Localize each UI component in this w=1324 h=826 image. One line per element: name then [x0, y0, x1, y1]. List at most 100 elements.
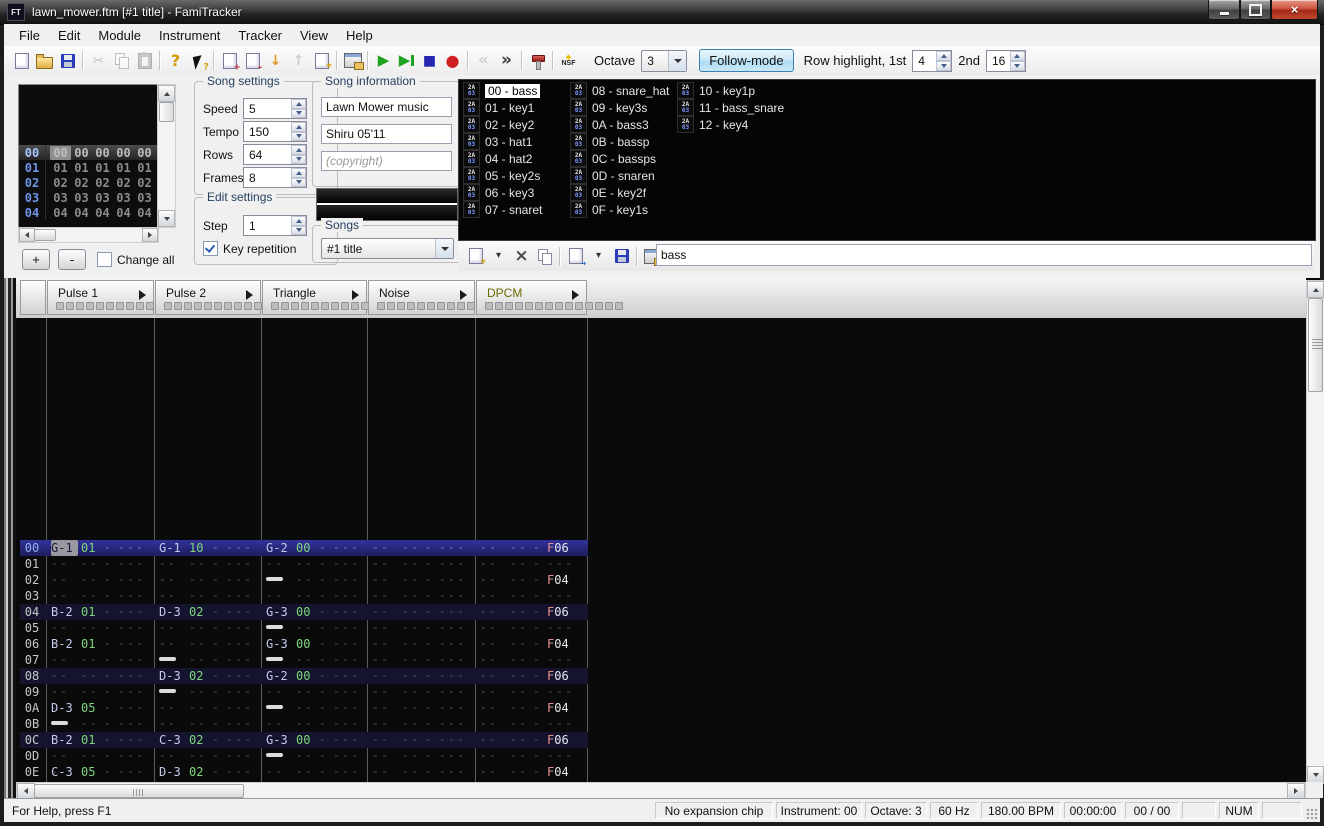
volume-column[interactable]: -: [425, 684, 436, 700]
add-instrument-icon[interactable]: *: [464, 245, 487, 268]
pattern-row-0C[interactable]: 0CB-201----C-302----G-300---------------…: [20, 732, 588, 748]
instrument-column[interactable]: --: [510, 604, 529, 620]
context-help-icon[interactable]: ?: [187, 49, 210, 72]
pattern-cell[interactable]: ---------: [155, 636, 262, 652]
move-frame-down-icon[interactable]: ↓: [264, 49, 287, 72]
pattern-row-00[interactable]: 00G-101----G-110----G-200---------------…: [20, 540, 588, 556]
volume-column[interactable]: -: [533, 668, 544, 684]
frame-list-hscrollbar[interactable]: [18, 227, 159, 243]
note-column[interactable]: [266, 748, 293, 764]
instrument-column[interactable]: --: [402, 572, 421, 588]
instrument-column[interactable]: --: [189, 588, 208, 604]
effect-column[interactable]: F06: [547, 732, 580, 748]
pattern-cell[interactable]: ---------: [155, 588, 262, 604]
volume-column[interactable]: -: [104, 748, 115, 764]
effect-column[interactable]: ---: [439, 604, 472, 620]
pattern-cell[interactable]: ---------: [476, 716, 583, 732]
pattern-cell[interactable]: ------F04: [476, 764, 583, 780]
frame-list[interactable]: 0000000000000101010101010202020202020303…: [18, 84, 159, 228]
instrument-column[interactable]: --: [402, 620, 421, 636]
scroll-right-icon[interactable]: [142, 228, 158, 242]
add-instrument-menu-icon[interactable]: ▾: [487, 245, 510, 268]
instrument-column[interactable]: --: [402, 588, 421, 604]
effect-column[interactable]: ---: [439, 652, 472, 668]
instrument-item-0B[interactable]: 2A030B - bassp: [570, 133, 649, 150]
instrument-column[interactable]: --: [402, 748, 421, 764]
note-column[interactable]: ---: [266, 764, 293, 782]
spin-up-icon[interactable]: [291, 145, 306, 155]
spin-buttons[interactable]: [291, 145, 306, 164]
effect-column[interactable]: ---: [118, 700, 151, 716]
volume-column[interactable]: -: [212, 588, 223, 604]
effect-column[interactable]: ---: [547, 684, 580, 700]
volume-column[interactable]: -: [212, 652, 223, 668]
volume-column[interactable]: -: [104, 588, 115, 604]
effect-column[interactable]: ---: [439, 684, 472, 700]
volume-column[interactable]: -: [104, 668, 115, 684]
effect-column[interactable]: ---: [226, 764, 259, 780]
instrument-column[interactable]: --: [81, 588, 100, 604]
volume-column[interactable]: -: [319, 652, 330, 668]
note-column[interactable]: C-3: [159, 732, 186, 748]
volume-column[interactable]: -: [104, 716, 115, 732]
effect-column[interactable]: ---: [226, 732, 259, 748]
volume-column[interactable]: -: [533, 700, 544, 716]
effect-column[interactable]: ---: [118, 668, 151, 684]
note-column[interactable]: D-3: [159, 764, 186, 780]
pattern-cell[interactable]: G-200----: [262, 668, 369, 684]
frame-pattern-cell[interactable]: 02: [92, 176, 113, 190]
audio-visualizer[interactable]: [316, 188, 458, 221]
instrument-item-06[interactable]: 2A0306 - key3: [463, 184, 534, 201]
channel-header-triangle[interactable]: Triangle: [262, 280, 367, 315]
minimize-button[interactable]: [1208, 0, 1240, 20]
pattern-cell[interactable]: C-302----: [155, 732, 262, 748]
effect-column[interactable]: ---: [547, 556, 580, 572]
pattern-cell[interactable]: G-200----: [262, 540, 369, 556]
frame-pattern-cell[interactable]: 04: [134, 206, 155, 220]
instrument-item-09[interactable]: 2A0309 - key3s: [570, 99, 647, 116]
note-column[interactable]: [266, 572, 293, 588]
pattern-cell[interactable]: B-201----: [47, 732, 154, 748]
instrument-column[interactable]: --: [296, 700, 315, 716]
note-column[interactable]: [159, 684, 186, 700]
effect-column[interactable]: ---: [118, 636, 151, 652]
instrument-list[interactable]: 2A0300 - bass2A0301 - key12A0302 - key22…: [458, 79, 1316, 241]
pattern-row-0B[interactable]: 0B--------------------------------------…: [20, 716, 588, 732]
pattern-cell[interactable]: ---------: [368, 620, 475, 636]
frame-pattern-cell[interactable]: 02: [113, 176, 134, 190]
instrument-column[interactable]: --: [296, 620, 315, 636]
pattern-cell[interactable]: ---------: [368, 636, 475, 652]
spin-up-icon[interactable]: [1010, 51, 1025, 61]
menu-item-tracker[interactable]: Tracker: [229, 25, 291, 46]
effect-column[interactable]: ---: [226, 604, 259, 620]
instrument-column[interactable]: --: [510, 764, 529, 780]
effect-column[interactable]: ---: [547, 620, 580, 636]
volume-column[interactable]: -: [533, 556, 544, 572]
effect-column[interactable]: ---: [333, 652, 366, 668]
effect-column[interactable]: ---: [118, 716, 151, 732]
volume-column[interactable]: -: [425, 540, 436, 556]
pattern-cell[interactable]: ---------: [368, 556, 475, 572]
volume-column[interactable]: -: [425, 764, 436, 780]
frame-pattern-cell[interactable]: 03: [113, 191, 134, 205]
effect-column[interactable]: ---: [333, 540, 366, 556]
instrument-column[interactable]: 05: [81, 764, 100, 780]
scroll-left-icon[interactable]: [17, 783, 35, 799]
volume-column[interactable]: -: [104, 764, 115, 780]
instrument-column[interactable]: --: [296, 652, 315, 668]
create-nsf-icon[interactable]: ◆NSF: [557, 49, 580, 72]
spin-buttons[interactable]: [291, 99, 306, 118]
pattern-cell[interactable]: ------F04: [476, 572, 583, 588]
scrollbar-thumb[interactable]: [34, 784, 244, 798]
pattern-cell[interactable]: G-300----: [262, 604, 369, 620]
instrument-column[interactable]: --: [510, 668, 529, 684]
volume-column[interactable]: -: [425, 652, 436, 668]
frame-row[interactable]: 020202020202: [19, 175, 158, 190]
effect-column[interactable]: ---: [439, 588, 472, 604]
effect-column[interactable]: ---: [333, 668, 366, 684]
frame-row[interactable]: 000000000000: [19, 145, 158, 160]
effect-column[interactable]: ---: [333, 588, 366, 604]
pattern-row-0D[interactable]: 0D--------------------------------------…: [20, 748, 588, 764]
instrument-item-05[interactable]: 2A0305 - key2s: [463, 167, 540, 184]
effect-column[interactable]: ---: [118, 620, 151, 636]
